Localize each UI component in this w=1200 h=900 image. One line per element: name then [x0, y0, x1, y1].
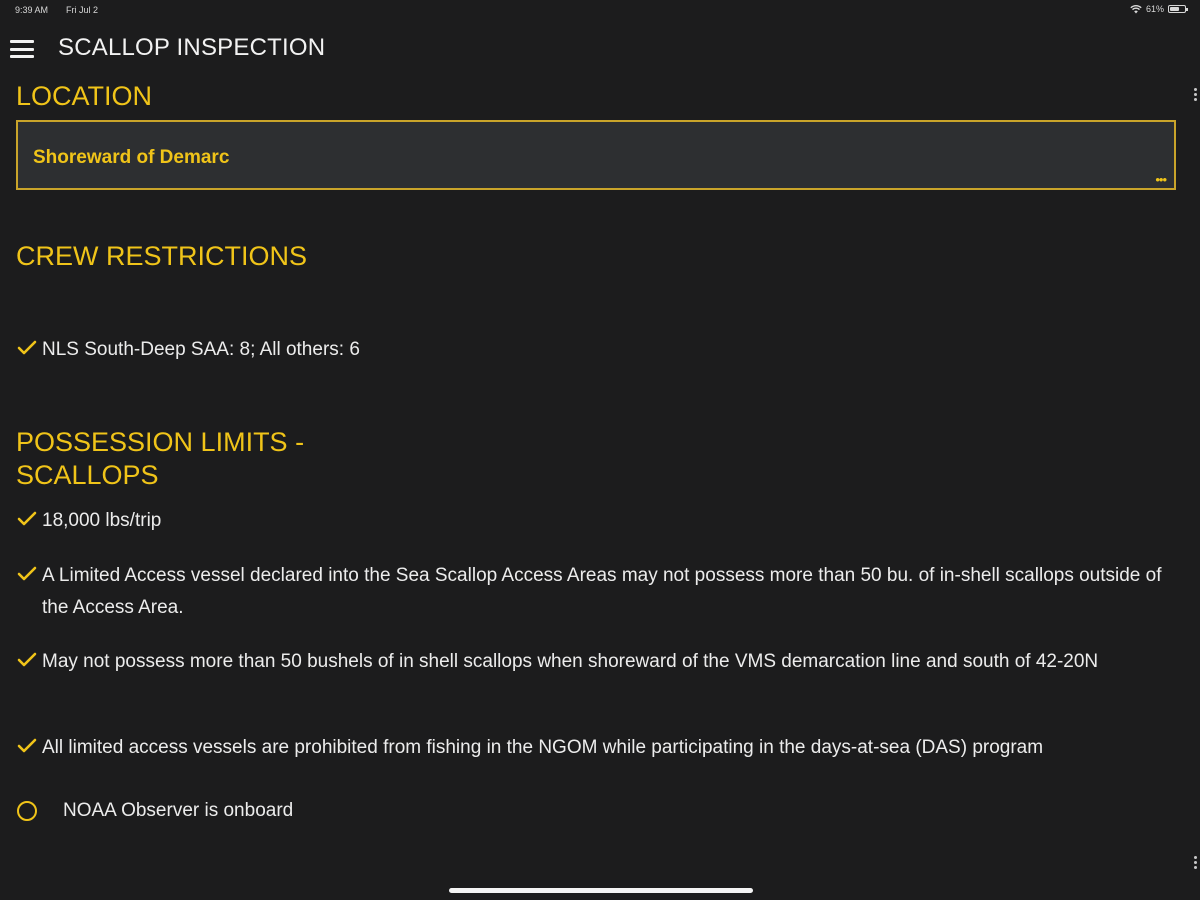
possession-limit-item: 18,000 lbs/trip	[16, 505, 1172, 537]
check-icon	[17, 652, 37, 667]
status-date: Fri Jul 2	[66, 5, 99, 15]
location-selector[interactable]: Shoreward of Demarc •••	[16, 120, 1176, 190]
scallop-inspection-screen: 9:39 AM Fri Jul 2 61% SCALLOP INSPECTION…	[0, 0, 1200, 900]
battery-icon	[1168, 5, 1188, 13]
noaa-observer-label: NOAA Observer is onboard	[63, 800, 294, 821]
status-bar: 9:39 AM Fri Jul 2 61%	[0, 0, 1200, 20]
possession-limit-text: A Limited Access vessel declared into th…	[42, 565, 1162, 618]
status-indicators: 61%	[1130, 4, 1188, 14]
crew-restriction-text: NLS South-Deep SAA: 8; All others: 6	[42, 339, 360, 360]
location-value: Shoreward of Demarc	[33, 147, 230, 168]
ellipsis-icon: •••	[1155, 172, 1167, 187]
app-header: SCALLOP INSPECTION	[0, 28, 1200, 68]
possession-limit-item: A Limited Access vessel declared into th…	[16, 560, 1172, 624]
possession-limit-text: 18,000 lbs/trip	[42, 510, 162, 531]
check-icon	[17, 511, 37, 526]
scroll-indicator-bottom	[1194, 856, 1198, 874]
possession-limit-item: All limited access vessels are prohibite…	[16, 732, 1172, 764]
possession-limits-heading: POSSESSION LIMITS - SCALLOPS	[16, 427, 305, 490]
wifi-icon	[1130, 4, 1142, 13]
crew-restrictions-heading: CREW RESTRICTIONS	[16, 241, 308, 271]
crew-restriction-item: NLS South-Deep SAA: 8; All others: 6	[16, 334, 1172, 366]
possession-limit-item: May not possess more than 50 bushels of …	[16, 646, 1172, 678]
home-indicator[interactable]	[449, 888, 753, 893]
page-title: SCALLOP INSPECTION	[58, 34, 326, 61]
check-icon	[17, 340, 37, 355]
location-heading: LOCATION	[16, 81, 153, 111]
check-icon	[17, 738, 37, 753]
check-icon	[17, 566, 37, 581]
possession-limit-text: May not possess more than 50 bushels of …	[42, 651, 1099, 672]
scroll-indicator-top	[1194, 88, 1198, 106]
battery-percent: 61%	[1145, 4, 1164, 14]
noaa-observer-radio[interactable]: NOAA Observer is onboard	[16, 800, 293, 822]
battery-level	[1170, 7, 1179, 11]
status-time: 9:39 AM	[15, 5, 49, 15]
hamburger-menu-icon[interactable]	[10, 40, 34, 58]
possession-limit-text: All limited access vessels are prohibite…	[42, 737, 1044, 758]
radio-unselected-icon[interactable]	[17, 801, 37, 821]
